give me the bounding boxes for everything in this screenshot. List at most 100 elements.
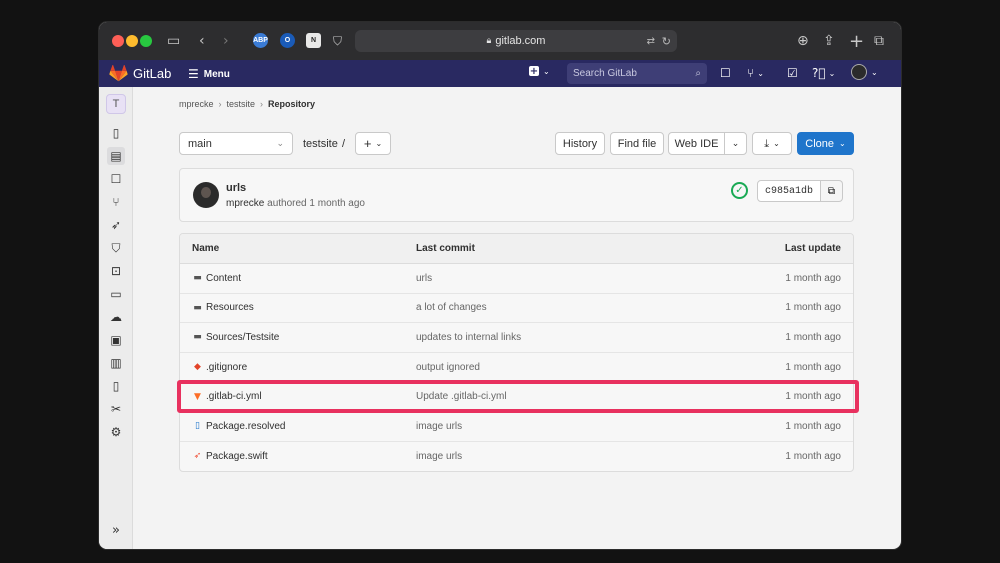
last-commit-message[interactable]: a lot of changes: [416, 294, 487, 323]
issues-icon[interactable]: ☐: [107, 170, 125, 188]
web-ide-dropdown[interactable]: ⌄: [724, 132, 747, 155]
pipeline-passed-icon[interactable]: ✓: [731, 182, 748, 199]
file-name[interactable]: Resources: [206, 302, 254, 313]
todos-icon[interactable]: ☑: [787, 66, 798, 80]
author-avatar[interactable]: [193, 182, 219, 208]
file-name[interactable]: Package.resolved: [206, 421, 286, 432]
packages-icon[interactable]: ▣: [107, 331, 125, 349]
back-icon[interactable]: ‹: [199, 31, 205, 51]
chevron-down-icon: ⌄: [828, 68, 836, 78]
repository-icon[interactable]: ▤: [107, 147, 125, 165]
table-row[interactable]: ▬ Content urls 1 month ago: [180, 264, 853, 294]
last-commit-message[interactable]: image urls: [416, 412, 462, 441]
plus-square-icon: +: [529, 65, 539, 77]
last-commit-message[interactable]: urls: [416, 264, 432, 293]
table-row[interactable]: ▯ Package.resolved image urls 1 month ago: [180, 412, 853, 442]
file-icon: ▯: [195, 421, 200, 432]
share-icon[interactable]: ⇪: [823, 31, 835, 51]
user-menu-dropdown[interactable]: ⌄: [851, 64, 878, 80]
file-name[interactable]: Package.swift: [206, 451, 268, 462]
infrastructure-cloud-icon[interactable]: ☁: [107, 308, 125, 326]
swift-file-icon: ➶: [193, 451, 202, 462]
add-to-tree-dropdown[interactable]: + ⌄: [355, 132, 391, 155]
find-file-button[interactable]: Find file: [610, 132, 664, 155]
breadcrumb-project[interactable]: testsite: [227, 99, 256, 109]
gitlab-brand[interactable]: GitLab: [133, 66, 171, 81]
search-input[interactable]: Search GitLab ⌕: [567, 63, 707, 84]
last-commit-message[interactable]: updates to internal links: [416, 323, 521, 352]
cicd-rocket-icon[interactable]: ➶: [107, 216, 125, 234]
column-header-last-update: Last update: [784, 243, 841, 254]
close-window-button[interactable]: [112, 35, 124, 47]
last-commit-message[interactable]: output ignored: [416, 353, 480, 382]
project-avatar[interactable]: T: [106, 94, 126, 114]
highlight-box: [177, 380, 859, 413]
main-menu-button[interactable]: ☰ Menu: [188, 67, 230, 81]
lock-icon: 🔒︎: [486, 36, 492, 46]
table-row[interactable]: ◆ .gitignore output ignored 1 month ago: [180, 353, 853, 383]
notion-extension-icon[interactable]: N: [306, 33, 321, 48]
download-icon: ⤓: [764, 136, 770, 150]
last-update: 1 month ago: [785, 450, 841, 462]
branch-selector[interactable]: main ⌄: [179, 132, 293, 155]
chevron-down-icon: ⌄: [375, 139, 383, 148]
project-sidebar: T ▯ ▤ ☐ ⑂ ➶ ⛉ ⊡ ▭ ☁ ▣ ▥ ▯ ✂ ⚙ »: [99, 87, 133, 549]
deployments-icon[interactable]: ⊡: [107, 262, 125, 280]
history-button[interactable]: History: [555, 132, 605, 155]
adblock-extension-icon[interactable]: ABP: [253, 33, 268, 48]
settings-gear-icon[interactable]: ⚙: [107, 423, 125, 441]
file-name[interactable]: Sources/Testsite: [206, 332, 279, 343]
wiki-book-icon[interactable]: ▯: [107, 377, 125, 395]
analytics-icon[interactable]: ▥: [107, 354, 125, 372]
merge-requests-icon[interactable]: ⑂: [107, 193, 125, 211]
download-dropdown[interactable]: ⤓ ⌄: [752, 132, 792, 155]
table-row[interactable]: ▬ Resources a lot of changes 1 month ago: [180, 294, 853, 324]
issues-icon[interactable]: ☐: [720, 66, 731, 80]
table-row[interactable]: ▬ Sources/Testsite updates to internal li…: [180, 323, 853, 353]
zoom-window-button[interactable]: [140, 35, 152, 47]
table-row[interactable]: ➶ Package.swift image urls 1 month ago: [180, 442, 853, 472]
clone-dropdown[interactable]: Clone ⌄: [797, 132, 854, 155]
forward-icon[interactable]: ›: [223, 31, 229, 51]
project-overview-icon[interactable]: ▯: [107, 124, 125, 142]
gitlab-logo-icon[interactable]: [109, 65, 128, 82]
security-shield-icon[interactable]: ⛉: [107, 239, 125, 257]
browser-toolbar: ▭ ‹ › ABP O N ⛉ 🔒︎ gitlab.com ⇄ ↻ ⊕ ⇪ + …: [99, 22, 901, 60]
snippets-scissors-icon[interactable]: ✂: [107, 400, 125, 418]
file-tree-table: Name Last commit Last update ▬ Content ur…: [179, 233, 854, 473]
shield-extension-icon[interactable]: ⛉: [333, 31, 342, 51]
web-ide-button[interactable]: Web IDE: [668, 132, 725, 155]
chevron-down-icon: ⌄: [757, 68, 764, 78]
commit-author[interactable]: mprecke: [226, 198, 264, 209]
1password-extension-icon[interactable]: O: [280, 33, 295, 48]
commit-title[interactable]: urls: [226, 182, 246, 194]
collapse-sidebar-icon[interactable]: »: [107, 521, 125, 539]
commit-sha[interactable]: c985a1db: [757, 180, 821, 202]
last-commit-panel: urls mprecke authored 1 month ago ✓ c985…: [179, 168, 854, 222]
last-update: 1 month ago: [785, 272, 841, 284]
branch-name: main: [188, 137, 212, 150]
tab-overview-icon[interactable]: ⧉: [874, 31, 884, 51]
monitor-icon[interactable]: ▭: [107, 285, 125, 303]
repo-path[interactable]: testsite: [303, 138, 338, 150]
sidebar-toggle-icon[interactable]: ▭: [167, 31, 180, 51]
breadcrumb-current[interactable]: Repository: [268, 99, 315, 109]
help-dropdown[interactable]: ?⃝ ⌄: [812, 66, 835, 80]
reload-icon[interactable]: ↻: [662, 35, 671, 48]
translate-icon[interactable]: ⇄: [647, 36, 655, 47]
copy-sha-button[interactable]: ⧉: [821, 180, 843, 202]
commit-authored-text: authored 1 month ago: [267, 198, 365, 209]
file-name[interactable]: .gitignore: [206, 362, 247, 373]
folder-icon: ▬: [193, 273, 202, 284]
new-tab-icon[interactable]: +: [849, 31, 864, 52]
breadcrumb-user[interactable]: mprecke: [179, 99, 214, 109]
file-name[interactable]: Content: [206, 273, 241, 284]
table-header: Name Last commit Last update: [180, 234, 853, 264]
downloads-icon[interactable]: ⊕: [797, 31, 809, 51]
new-item-dropdown[interactable]: + ⌄: [529, 65, 550, 77]
address-bar[interactable]: 🔒︎ gitlab.com ⇄ ↻: [355, 30, 677, 52]
chevron-down-icon: ⌄: [731, 138, 740, 149]
merge-requests-dropdown[interactable]: ⑂ ⌄: [747, 66, 764, 80]
last-commit-message[interactable]: image urls: [416, 442, 462, 472]
minimize-window-button[interactable]: [126, 35, 138, 47]
